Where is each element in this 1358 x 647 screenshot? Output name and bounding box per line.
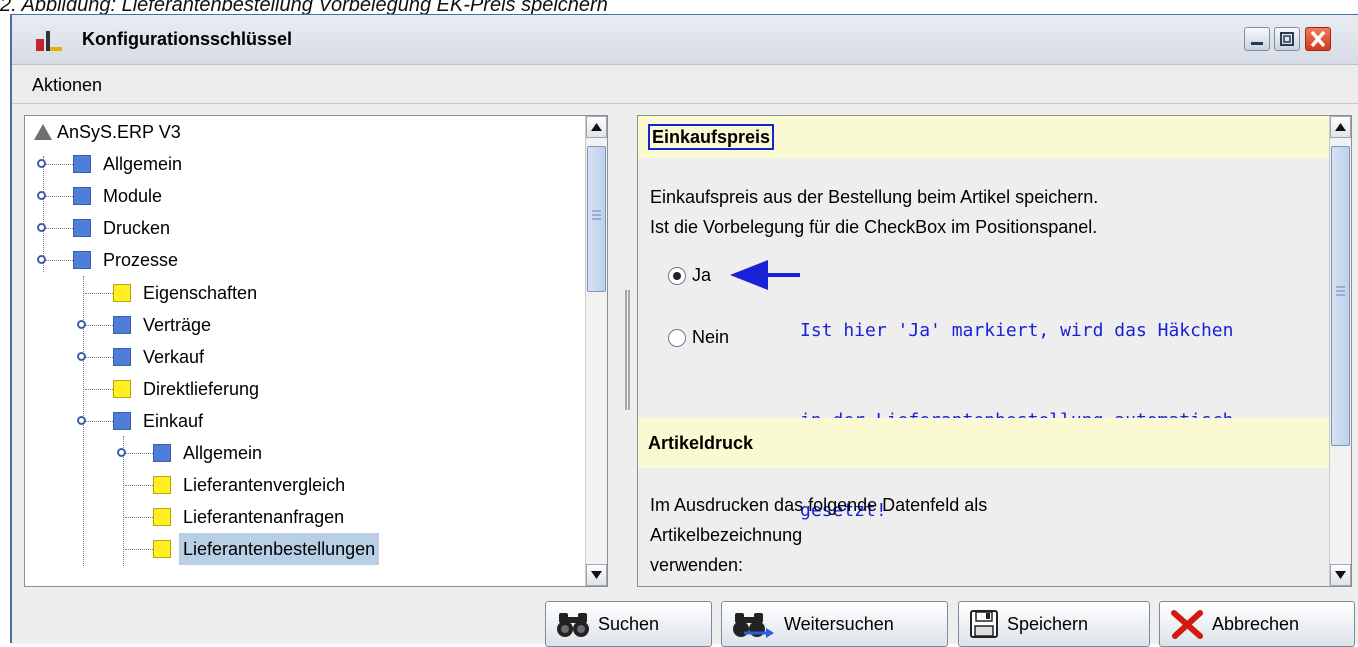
- suchen-button[interactable]: Suchen: [545, 601, 712, 647]
- folder-blue-icon: [73, 251, 91, 269]
- arrow-up-icon: [591, 123, 602, 131]
- detail-panel: Einkaufspreis Einkaufspreis aus der Best…: [637, 115, 1352, 587]
- close-icon: [1310, 30, 1326, 48]
- tree-item-label: Direktlieferung: [143, 379, 260, 399]
- floppy-disk-icon: [970, 610, 998, 638]
- scroll-thumb[interactable]: [1331, 146, 1350, 446]
- weitersuchen-label: Weitersuchen: [784, 613, 894, 634]
- expand-handle-icon[interactable]: [37, 223, 46, 232]
- leaf-yellow-icon: [153, 476, 171, 494]
- folder-blue-icon: [113, 412, 131, 430]
- arrow-down-icon: [591, 571, 602, 579]
- radio-ja[interactable]: Ja: [668, 260, 711, 290]
- collapse-handle-icon[interactable]: [37, 255, 46, 264]
- binoculars-next-icon: [733, 613, 774, 638]
- minimize-icon: [1251, 42, 1263, 45]
- description-line: Artikelbezeichnung: [650, 525, 803, 545]
- speichern-label: Speichern: [1007, 613, 1089, 634]
- title-bar[interactable]: Konfigurationsschlüssel: [12, 15, 1358, 65]
- maximize-button[interactable]: [1274, 27, 1300, 51]
- tree-item-label: Drucken: [103, 218, 171, 238]
- tree-scrollbar[interactable]: [585, 116, 607, 586]
- window-title: Konfigurationsschlüssel: [82, 29, 293, 49]
- split-pane-divider[interactable]: [622, 115, 634, 587]
- menu-aktionen[interactable]: Aktionen: [32, 75, 102, 96]
- tree-item-label: Module: [103, 186, 163, 206]
- radio-nein-label: Nein: [692, 327, 730, 347]
- binoculars-icon: [557, 613, 589, 637]
- folder-blue-icon: [73, 219, 91, 237]
- close-button[interactable]: [1305, 27, 1331, 51]
- tree-item-label: Verkauf: [143, 347, 205, 367]
- maximize-icon: [1280, 32, 1294, 46]
- radio-checked-icon: [668, 267, 686, 286]
- config-window: Konfigurationsschlüssel Aktionen AnSyS.E…: [10, 14, 1358, 647]
- description-line: Einkaufspreis aus der Bestellung beim Ar…: [650, 187, 1099, 207]
- radio-nein[interactable]: Nein: [668, 322, 729, 352]
- tree-item-label: Lieferantenanfragen: [183, 507, 345, 527]
- section-header-artikeldruck: Artikeldruck: [638, 418, 1330, 468]
- root-triangle-icon: [34, 124, 52, 140]
- scroll-down-button[interactable]: [586, 564, 607, 586]
- tree-item-label: Allgemein: [103, 154, 183, 174]
- annotation-line: Ist hier 'Ja' markiert, wird das Häkchen: [800, 320, 1234, 341]
- expand-handle-icon[interactable]: [77, 320, 86, 329]
- scroll-up-button[interactable]: [1330, 116, 1351, 138]
- section-title-artikeldruck: Artikeldruck: [648, 433, 754, 453]
- leaf-yellow-icon: [153, 508, 171, 526]
- tree-item-label-selected: Lieferantenbestellungen: [179, 533, 380, 565]
- section-title-einkaufspreis: Einkaufspreis: [648, 124, 775, 150]
- cancel-x-icon: [1171, 610, 1203, 639]
- menu-bar: Aktionen: [12, 66, 1358, 104]
- scroll-thumb[interactable]: [587, 146, 606, 292]
- folder-blue-icon: [113, 316, 131, 334]
- leaf-yellow-icon: [153, 540, 171, 558]
- arrow-up-icon: [1335, 123, 1346, 131]
- leaf-yellow-icon: [113, 380, 131, 398]
- grip-icon: [1336, 286, 1345, 296]
- expand-handle-icon[interactable]: [77, 352, 86, 361]
- folder-blue-icon: [73, 187, 91, 205]
- tree-item-label: Einkauf: [143, 411, 204, 431]
- einkaufspreis-description: Einkaufspreis aus der Bestellung beim Ar…: [650, 182, 1098, 242]
- arrow-down-icon: [1335, 571, 1346, 579]
- button-bar: Suchen Weitersuchen Speichern Abbrechen: [12, 593, 1358, 647]
- detail-scrollbar[interactable]: [1329, 116, 1351, 586]
- artikeldruck-description: Im Ausdrucken das folgende Datenfeld als…: [650, 490, 987, 580]
- minimize-button[interactable]: [1244, 27, 1270, 51]
- tree-item-label: Prozesse: [103, 250, 179, 270]
- folder-blue-icon: [73, 155, 91, 173]
- tree-item-label: Lieferantenvergleich: [183, 475, 346, 495]
- config-tree[interactable]: AnSyS.ERP V3 Allgemein Module Drucken Pr…: [24, 115, 608, 587]
- abbrechen-label: Abbrechen: [1212, 613, 1300, 634]
- grip-icon: [592, 210, 601, 220]
- scroll-down-button[interactable]: [1330, 564, 1351, 586]
- folder-blue-icon: [153, 444, 171, 462]
- weitersuchen-button[interactable]: Weitersuchen: [721, 601, 948, 647]
- leaf-yellow-icon: [113, 284, 131, 302]
- app-icon: [36, 31, 62, 51]
- scroll-up-button[interactable]: [586, 116, 607, 138]
- speichern-button[interactable]: Speichern: [958, 601, 1150, 647]
- tree-item-label: Allgemein: [183, 443, 263, 463]
- expand-handle-icon[interactable]: [117, 448, 126, 457]
- folder-blue-icon: [113, 348, 131, 366]
- annotation-arrow-icon: [730, 260, 800, 290]
- tree-item-label: Eigenschaften: [143, 283, 258, 303]
- suchen-label: Suchen: [598, 613, 660, 634]
- tree-item-label: Verträge: [143, 315, 212, 335]
- divider-grip: [625, 290, 630, 410]
- collapse-handle-icon[interactable]: [77, 416, 86, 425]
- description-line: Ist die Vorbelegung für die CheckBox im …: [650, 217, 1098, 237]
- description-line: verwenden:: [650, 555, 744, 575]
- radio-unchecked-icon: [668, 329, 686, 348]
- description-line: Im Ausdrucken das folgende Datenfeld als: [650, 495, 988, 515]
- section-header-einkaufspreis: Einkaufspreis: [638, 116, 1330, 158]
- tree-root-label: AnSyS.ERP V3: [57, 122, 181, 142]
- expand-handle-icon[interactable]: [37, 159, 46, 168]
- expand-handle-icon[interactable]: [37, 191, 46, 200]
- abbrechen-button[interactable]: Abbrechen: [1159, 601, 1355, 647]
- radio-ja-label: Ja: [692, 265, 712, 285]
